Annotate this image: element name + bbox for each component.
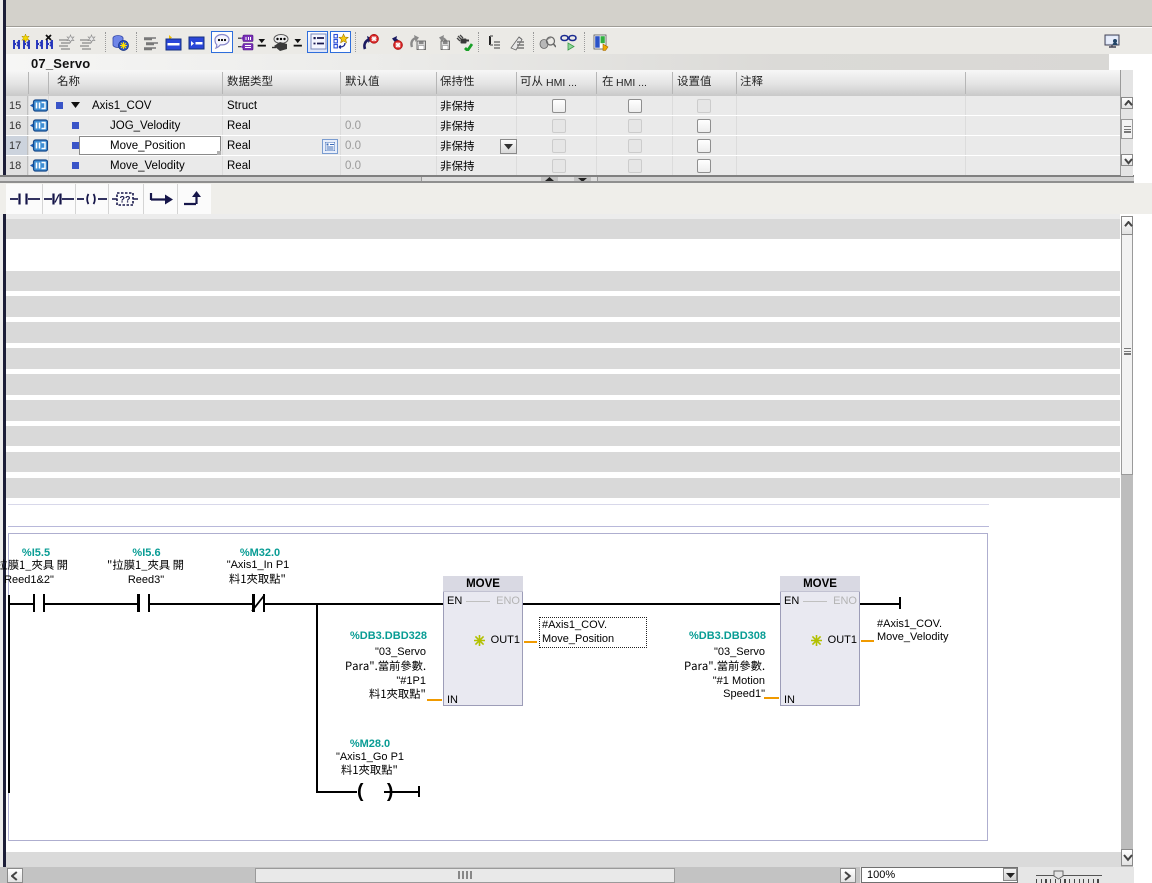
svg-text:??: ?? — [120, 195, 131, 205]
